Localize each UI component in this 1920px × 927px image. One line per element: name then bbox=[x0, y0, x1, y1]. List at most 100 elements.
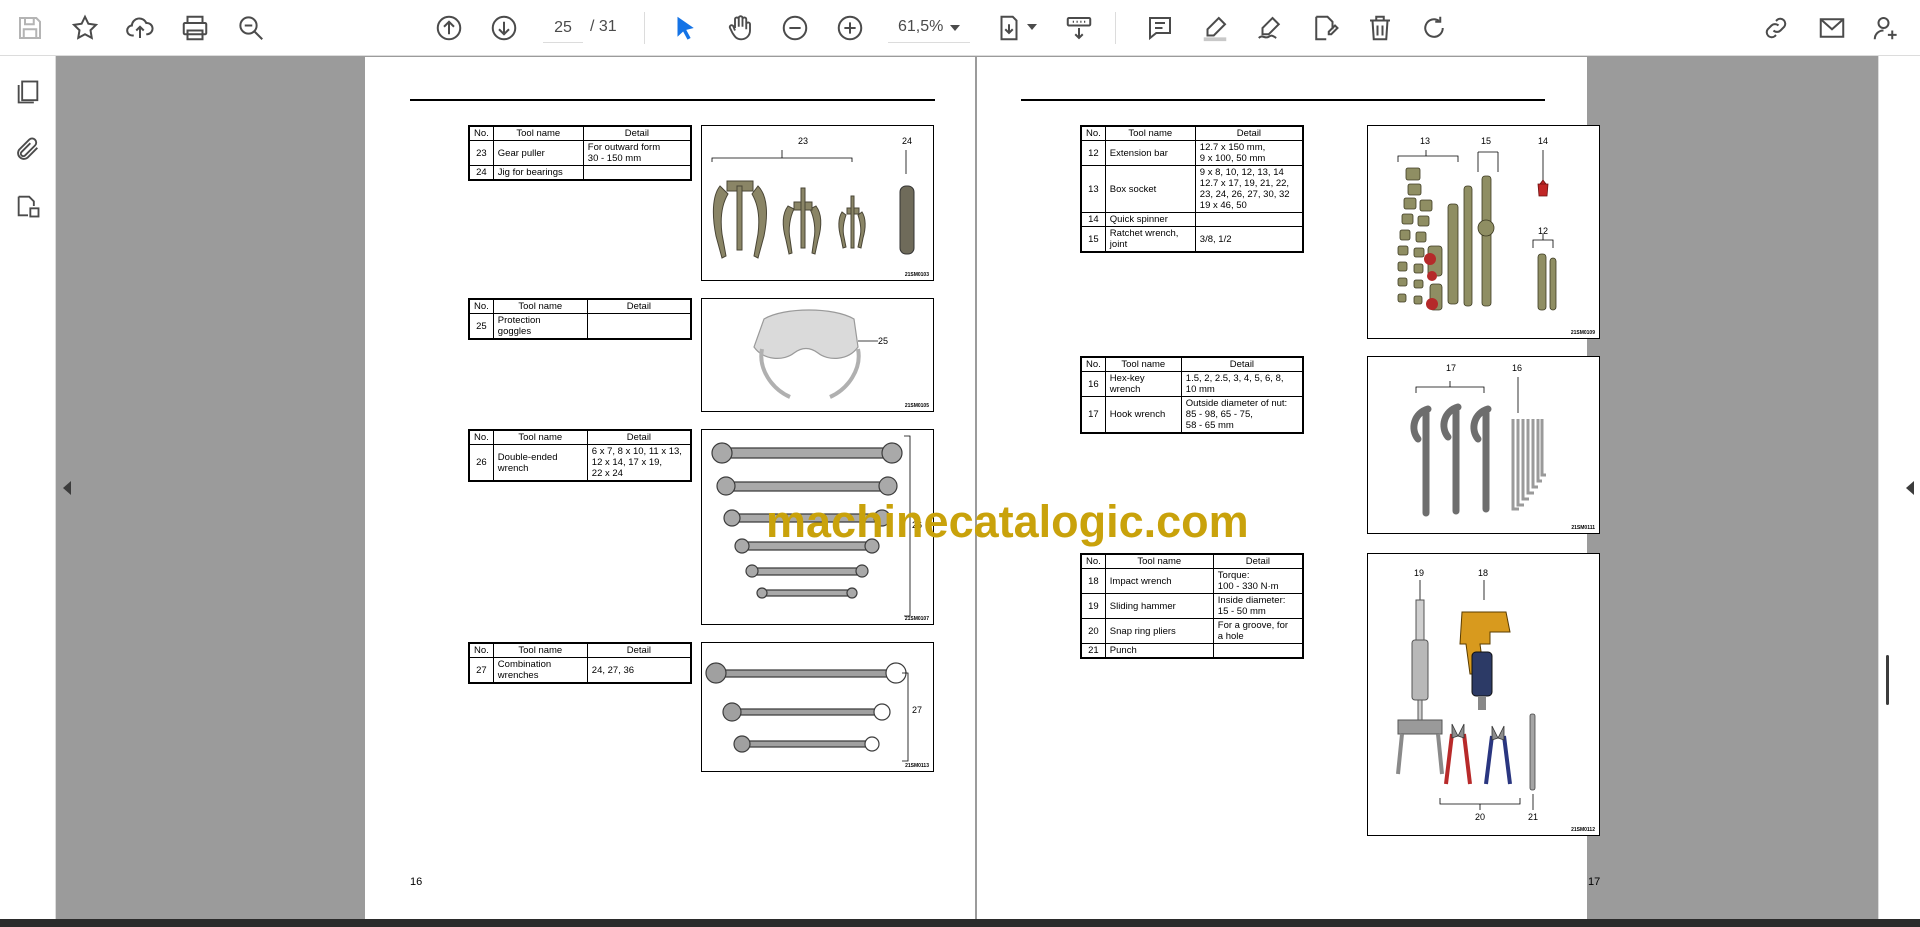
chevron-down-icon bbox=[950, 25, 960, 31]
select-pointer-icon[interactable] bbox=[665, 8, 705, 48]
figure-code: 21SM0103 bbox=[904, 272, 929, 278]
cell-detail: Outside diameter of nut: 85 - 98, 65 - 7… bbox=[1180, 396, 1304, 434]
callout: 14 bbox=[1538, 136, 1549, 146]
scroll-mode-icon[interactable] bbox=[1059, 8, 1099, 48]
hook-and-hex-wrench-illustration bbox=[1410, 377, 1546, 517]
page-down-icon[interactable] bbox=[484, 8, 524, 48]
toolbar-divider bbox=[644, 12, 645, 44]
cell-detail: Torque: 100 - 330 N·m bbox=[1212, 568, 1304, 594]
col-header: Detail bbox=[586, 642, 692, 658]
zoom-in-icon[interactable] bbox=[830, 8, 870, 48]
col-header: No. bbox=[1080, 356, 1106, 372]
callout: 20 bbox=[1475, 812, 1486, 822]
tool-illustration: 27 21SM0113 bbox=[701, 642, 934, 772]
add-user-icon[interactable] bbox=[1866, 8, 1906, 48]
tool-table: No. Tool name Detail 16 Hex-key wrench 1… bbox=[1080, 356, 1304, 434]
layers-icon[interactable] bbox=[8, 186, 48, 226]
callout: 12 bbox=[1538, 226, 1549, 236]
cell-tool-name: Impact wrench bbox=[1104, 568, 1214, 594]
cell-detail: 24, 27, 36 bbox=[586, 657, 692, 684]
cell-no: 13 bbox=[1080, 165, 1106, 213]
redo-icon[interactable] bbox=[1414, 8, 1454, 48]
tool-table: No. Tool name Detail 25 Protection goggl… bbox=[468, 298, 692, 340]
mail-icon[interactable] bbox=[1812, 8, 1852, 48]
document-page-17: No. Tool name Detail 12 Extension bar 12… bbox=[977, 57, 1600, 919]
callout: 25 bbox=[878, 336, 889, 346]
hand-pan-icon[interactable] bbox=[720, 8, 760, 48]
cell-tool-name: Gear puller bbox=[492, 140, 584, 166]
combination-wrench-illustration bbox=[705, 662, 909, 762]
attachments-icon[interactable] bbox=[8, 129, 48, 169]
tool-table: No. Tool name Detail 27 Combination wren… bbox=[468, 642, 692, 684]
scrollbar-thumb[interactable] bbox=[1886, 655, 1889, 705]
share-link-icon[interactable] bbox=[1756, 8, 1796, 48]
cell-tool-name: Punch bbox=[1104, 643, 1214, 659]
delete-icon[interactable] bbox=[1360, 8, 1400, 48]
col-header: Detail bbox=[582, 125, 692, 141]
col-header: No. bbox=[468, 298, 494, 314]
tool-illustration: 19 18 20 21 21SM0112 bbox=[1367, 553, 1600, 836]
cell-no: 20 bbox=[1080, 618, 1106, 644]
zoom-select[interactable]: 61,5% bbox=[888, 13, 970, 43]
tool-table: No. Tool name Detail 12 Extension bar 12… bbox=[1080, 125, 1304, 253]
cell-tool-name: Double-ended wrench bbox=[492, 444, 588, 482]
open-panel-arrow[interactable] bbox=[1906, 481, 1914, 495]
highlight-pen-icon[interactable] bbox=[1195, 8, 1235, 48]
tool-table: No. Tool name Detail 23 Gear puller For … bbox=[468, 125, 692, 181]
draw-sign-icon[interactable] bbox=[1250, 8, 1290, 48]
cell-detail: 9 x 8, 10, 12, 13, 14 12.7 x 17, 19, 21,… bbox=[1194, 165, 1304, 213]
col-header: No. bbox=[1080, 125, 1106, 141]
socket-set-illustration bbox=[1397, 150, 1557, 311]
bookmark-star-icon[interactable] bbox=[65, 8, 105, 48]
page-number-input[interactable] bbox=[543, 13, 583, 43]
header-rule bbox=[410, 99, 935, 101]
cell-tool-name: Snap ring pliers bbox=[1104, 618, 1214, 644]
watermark-text: machinecatalogic.com bbox=[766, 496, 1249, 547]
page-up-icon[interactable] bbox=[429, 8, 469, 48]
col-header: Tool name bbox=[492, 642, 588, 658]
save-icon[interactable] bbox=[10, 8, 50, 48]
zoom-out-icon[interactable] bbox=[775, 8, 815, 48]
right-rail bbox=[1878, 56, 1920, 919]
col-header: Detail bbox=[586, 429, 692, 445]
table-row: 19 Sliding hammer Inside diameter: 15 - … bbox=[1080, 593, 1304, 619]
cell-no: 27 bbox=[468, 657, 494, 684]
cell-detail bbox=[582, 165, 692, 181]
prev-page-arrow[interactable] bbox=[63, 481, 71, 495]
upload-cloud-icon[interactable] bbox=[120, 8, 160, 48]
tool-table: No. Tool name Detail 18 Impact wrench To… bbox=[1080, 553, 1304, 659]
cell-tool-name: Sliding hammer bbox=[1104, 593, 1214, 619]
document-viewer[interactable]: No. Tool name Detail 23 Gear puller For … bbox=[56, 56, 1878, 919]
col-header: No. bbox=[1080, 553, 1106, 569]
cell-no: 12 bbox=[1080, 140, 1106, 166]
left-rail bbox=[0, 56, 56, 919]
table-row: 20 Snap ring pliers For a groove, for a … bbox=[1080, 618, 1304, 644]
toolbar: / 31 61,5% bbox=[0, 0, 1920, 56]
cell-detail: For a groove, for a hole bbox=[1212, 618, 1304, 644]
callout: 17 bbox=[1446, 363, 1457, 373]
table-row: 15 Ratchet wrench, joint 3/8, 1/2 bbox=[1080, 226, 1304, 253]
tool-illustration: 13 15 14 12 21SM0109 bbox=[1367, 125, 1600, 339]
status-bar bbox=[0, 919, 1920, 927]
col-header: Detail bbox=[1194, 125, 1304, 141]
cell-detail: For outward form 30 - 150 mm bbox=[582, 140, 692, 166]
toolbar-divider bbox=[1115, 12, 1116, 44]
cell-no: 26 bbox=[468, 444, 494, 482]
callout: 15 bbox=[1481, 136, 1492, 146]
comment-icon[interactable] bbox=[1140, 8, 1180, 48]
print-icon[interactable] bbox=[175, 8, 215, 48]
zoom-search-icon[interactable] bbox=[231, 8, 271, 48]
stamp-icon[interactable] bbox=[1305, 8, 1345, 48]
callout: 27 bbox=[912, 705, 923, 715]
chevron-down-icon[interactable] bbox=[1027, 24, 1037, 30]
table-row: 16 Hex-key wrench 1.5, 2, 2.5, 3, 4, 5, … bbox=[1080, 371, 1304, 397]
table-row: 14 Quick spinner bbox=[1080, 212, 1304, 227]
fit-page-icon[interactable] bbox=[989, 8, 1029, 48]
page-thumbnails-icon[interactable] bbox=[8, 72, 48, 112]
cell-no: 17 bbox=[1080, 396, 1106, 434]
figure-code: 21SM0111 bbox=[1571, 525, 1595, 531]
col-header: Tool name bbox=[1104, 125, 1196, 141]
cell-detail: 1.5, 2, 2.5, 3, 4, 5, 6, 8, 10 mm bbox=[1180, 371, 1304, 397]
figure-code: 21SM0112 bbox=[1571, 827, 1595, 833]
cell-tool-name: Hex-key wrench bbox=[1104, 371, 1182, 397]
